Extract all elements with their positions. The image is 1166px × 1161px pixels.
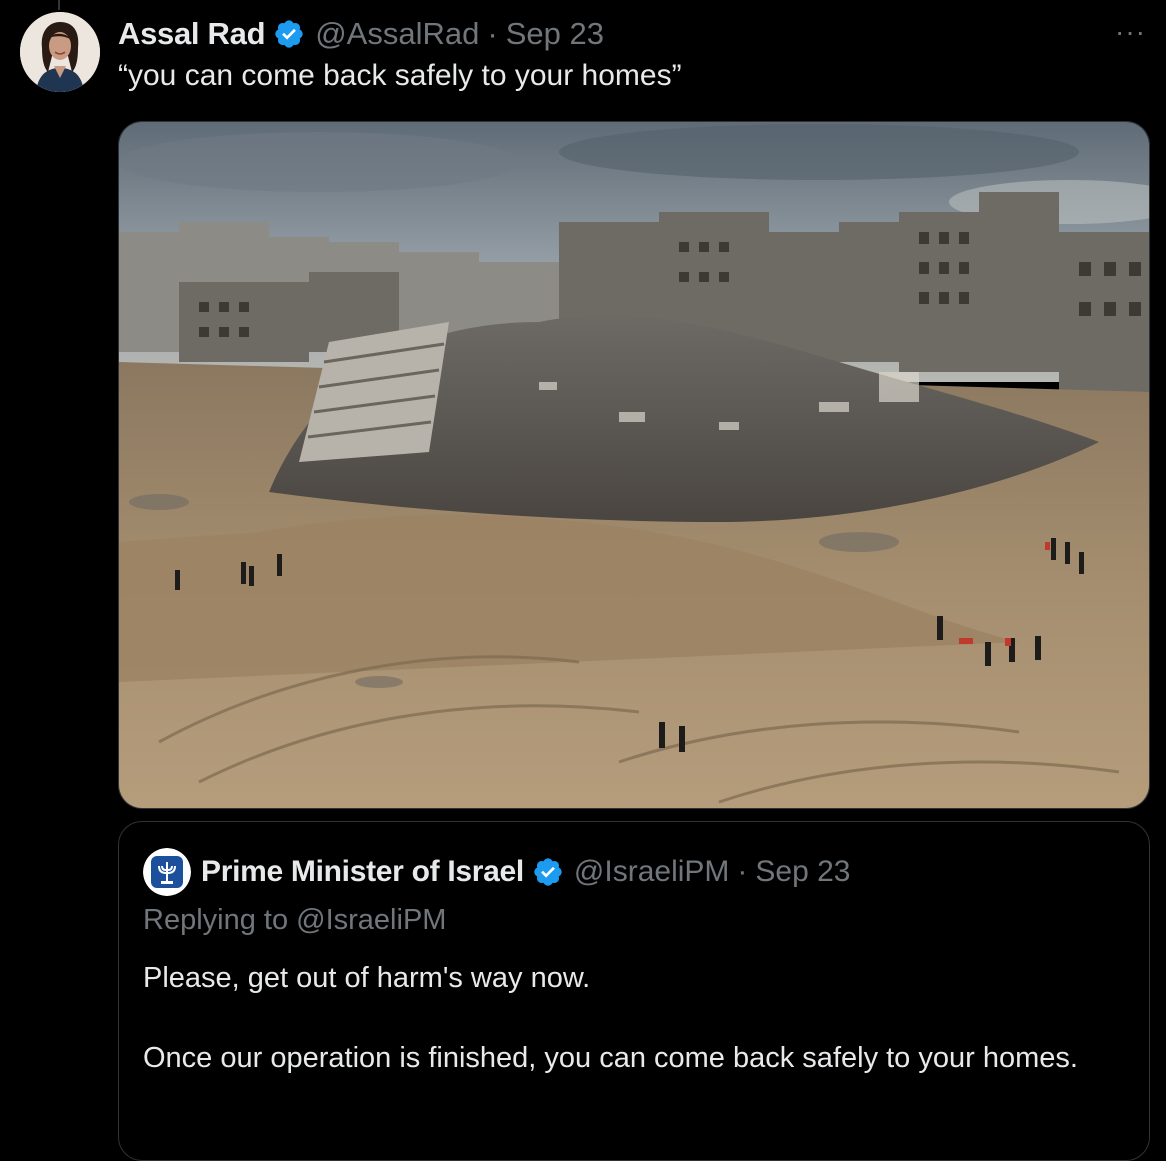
- separator-dot: ·: [737, 855, 748, 888]
- tweet-header: Assal Rad @AssalRad · Sep 23: [118, 14, 604, 54]
- state-emblem-avatar-icon: [143, 848, 191, 896]
- verified-badge-icon[interactable]: [273, 18, 305, 50]
- quoted-author-handle[interactable]: @IsraeliPM: [574, 855, 729, 889]
- thread-connector-line: [58, 0, 60, 10]
- author-handle[interactable]: @AssalRad: [315, 16, 479, 52]
- quoted-tweet-text: Please, get out of harm's way now. Once …: [143, 958, 1123, 1078]
- quoted-tweet[interactable]: Prime Minister of Israel @IsraeliPM · Se…: [118, 821, 1150, 1161]
- verified-badge-icon[interactable]: [532, 856, 564, 888]
- quoted-text-paragraph-1: Please, get out of harm's way now.: [143, 962, 591, 994]
- replying-to-label[interactable]: Replying to @IsraeliPM: [143, 904, 446, 937]
- author-display-name[interactable]: Assal Rad: [118, 16, 266, 52]
- author-avatar[interactable]: [20, 12, 100, 92]
- tweet-text: “you can come back safely to your homes”: [118, 59, 682, 92]
- separator-dot: ·: [487, 16, 498, 51]
- tweet[interactable]: Assal Rad @AssalRad · Sep 23 ··· “you ca…: [0, 0, 1166, 1161]
- quoted-tweet-header: Prime Minister of Israel @IsraeliPM · Se…: [201, 852, 851, 892]
- quoted-tweet-date[interactable]: Sep 23: [755, 855, 850, 889]
- tweet-date[interactable]: Sep 23: [506, 16, 604, 52]
- tweet-media-photo[interactable]: [118, 121, 1150, 809]
- quoted-author-display-name[interactable]: Prime Minister of Israel: [201, 855, 524, 889]
- quoted-text-paragraph-2: Once our operation is finished, you can …: [143, 1042, 1078, 1074]
- quoted-author-avatar[interactable]: [143, 848, 191, 896]
- user-avatar-icon: [20, 12, 100, 92]
- more-options-icon[interactable]: ···: [1115, 16, 1146, 48]
- photo-destroyed-buildings-icon: [119, 122, 1149, 808]
